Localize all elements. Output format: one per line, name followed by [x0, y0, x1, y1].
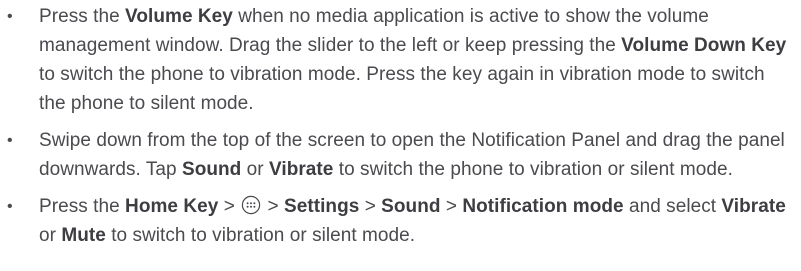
text: Press the — [39, 196, 126, 217]
apps-grid-icon — [241, 195, 261, 215]
bullet: • — [7, 198, 13, 215]
bullet: • — [7, 132, 13, 149]
separator: > — [262, 196, 284, 217]
menu-name: Sound — [381, 196, 441, 217]
text: or — [39, 225, 62, 246]
option-name: Vibrate — [721, 196, 786, 217]
text: and select — [623, 196, 722, 217]
list-item: • Swipe down from the top of the screen … — [0, 126, 801, 184]
key-name: Volume Down Key — [621, 35, 787, 56]
separator: > — [359, 196, 382, 217]
key-name: Home Key — [125, 196, 219, 217]
text: Press the — [39, 6, 126, 27]
text: to switch the phone to vibration or sile… — [333, 159, 733, 180]
menu-name: Notification mode — [462, 196, 624, 217]
list-item: • Press the Home Key > > Settings > Soun… — [0, 192, 801, 250]
option-name: Mute — [61, 225, 106, 246]
key-name: Volume Key — [125, 6, 233, 27]
text: to switch to vibration or silent mode. — [105, 225, 416, 246]
separator: > — [218, 196, 241, 217]
option-name: Sound — [181, 159, 242, 180]
text: to switch the phone to vibration mode. P… — [39, 64, 765, 114]
bullet: • — [7, 8, 13, 25]
menu-name: Settings — [284, 196, 360, 217]
separator: > — [440, 196, 463, 217]
list-item: • Press the Volume Key when no media app… — [0, 2, 801, 118]
option-name: Vibrate — [269, 159, 334, 180]
instruction-list: • Press the Volume Key when no media app… — [0, 0, 801, 250]
text: or — [241, 159, 269, 180]
